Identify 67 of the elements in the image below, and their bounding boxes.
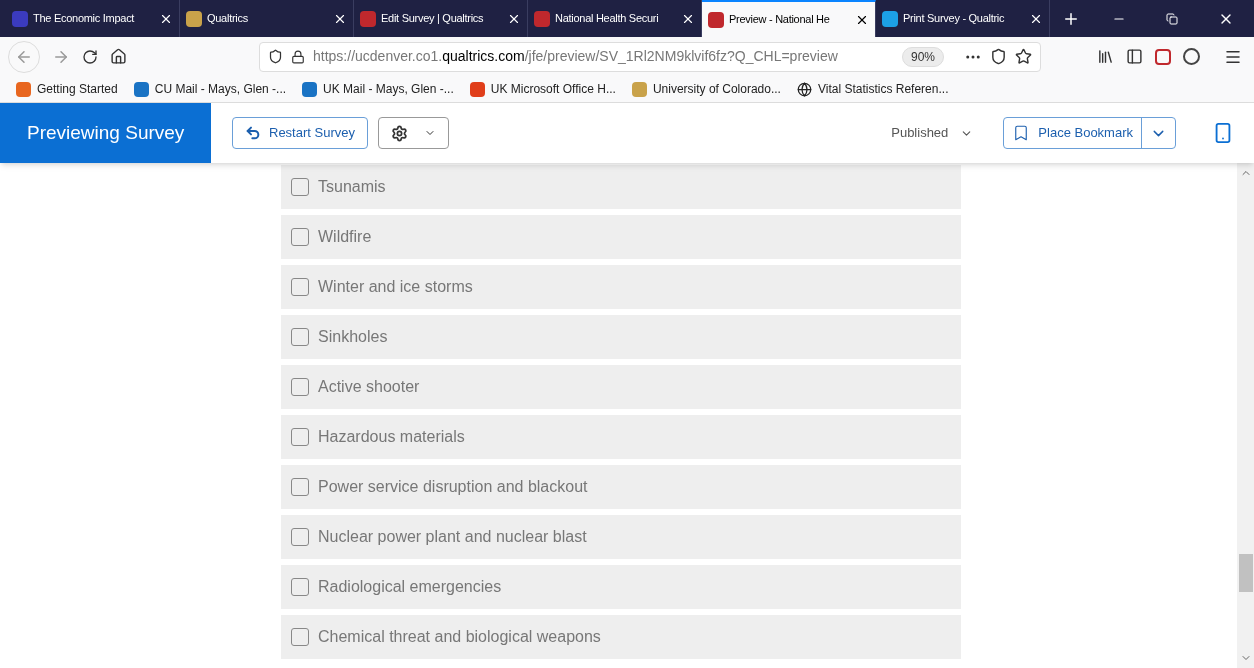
checkbox[interactable] <box>291 328 309 346</box>
choice-option[interactable]: Winter and ice storms <box>281 265 961 309</box>
tab-title: The Economic Impact <box>33 11 136 27</box>
checkbox[interactable] <box>291 228 309 246</box>
site-icon <box>631 81 647 97</box>
bookmark-item[interactable]: UK Mail - Mays, Glen -... <box>302 80 454 98</box>
site-icon <box>12 10 28 27</box>
site-icon <box>360 10 376 27</box>
bookmark-item[interactable]: University of Colorado... <box>631 80 781 98</box>
globe-icon <box>796 81 812 97</box>
checkbox[interactable] <box>291 528 309 546</box>
zoom-level[interactable]: 90% <box>901 46 944 67</box>
tab-title: Print Survey - Qualtric <box>903 11 1006 27</box>
preview-title: Previewing Survey <box>0 103 211 163</box>
address-bar[interactable]: https://ucdenver.co1.qualtrics.com/jfe/preview/SV_1Rl2NM9klvif6fz?Q_CHL=preview 90% <box>259 41 1041 72</box>
site-icon <box>302 81 318 97</box>
sidebar-icon[interactable] <box>1126 48 1143 65</box>
extension-icon[interactable] <box>1155 48 1171 65</box>
tab-title: Qualtrics <box>207 11 249 27</box>
bookmark-item[interactable]: Getting Started <box>16 80 118 98</box>
choice-option[interactable]: Nuclear power plant and nuclear blast <box>281 515 961 559</box>
choice-option[interactable]: Radiological emergencies <box>281 565 961 609</box>
status-dropdown[interactable]: Published <box>891 123 974 143</box>
choice-option[interactable]: Sinkholes <box>281 315 961 359</box>
tab-title: Preview - National He <box>729 12 831 28</box>
scrollbar-thumb[interactable] <box>1238 554 1253 592</box>
reload-icon[interactable] <box>82 48 98 65</box>
place-bookmark-button[interactable]: Place Bookmark <box>1003 117 1176 149</box>
bookmark-item[interactable]: CU Mail - Mays, Glen -... <box>133 80 287 98</box>
account-icon[interactable] <box>1183 48 1200 65</box>
site-icon <box>16 81 31 97</box>
checkbox[interactable] <box>291 378 309 396</box>
scrollbar[interactable] <box>1237 163 1254 668</box>
shield-icon <box>268 49 283 64</box>
choice-option[interactable]: Hazardous materials <box>281 415 961 459</box>
site-icon <box>186 10 202 27</box>
choice-option[interactable]: Tsunamis <box>281 165 961 209</box>
checkbox[interactable] <box>291 428 309 446</box>
checkbox[interactable] <box>291 578 309 596</box>
restart-survey-button[interactable]: Restart Survey <box>232 117 368 149</box>
url-text: https://ucdenver.co1.qualtrics.com/jfe/preview/SV_1Rl2NM9klvif6fz?Q_CHL=preview <box>313 47 838 66</box>
bookmark-item[interactable]: Vital Statistics Referen... <box>796 80 949 98</box>
settings-icon <box>391 124 408 142</box>
site-icon <box>708 11 724 28</box>
settings-button[interactable] <box>378 117 449 149</box>
site-icon <box>882 10 898 27</box>
checkbox[interactable] <box>291 178 309 196</box>
site-icon <box>469 81 485 97</box>
choice-option[interactable]: Wildfire <box>281 215 961 259</box>
tab-title: Edit Survey | Qualtrics <box>381 11 485 27</box>
library-icon[interactable] <box>1097 48 1114 65</box>
tab-title: National Health Securi <box>555 11 660 27</box>
lock-icon <box>291 49 305 64</box>
choice-option[interactable]: Power service disruption and blackout <box>281 465 961 509</box>
checkbox[interactable] <box>291 478 309 496</box>
bookmark-item[interactable]: UK Microsoft Office H... <box>469 80 616 98</box>
site-icon <box>534 10 550 27</box>
checkbox[interactable] <box>291 278 309 296</box>
checkbox[interactable] <box>291 628 309 646</box>
choice-option[interactable]: Active shooter <box>281 365 961 409</box>
choice-option[interactable]: Chemical threat and biological weapons <box>281 615 961 659</box>
home-icon[interactable] <box>110 48 127 65</box>
browser-tab[interactable]: Preview - National He <box>702 0 876 37</box>
site-icon <box>133 81 149 97</box>
star-icon[interactable] <box>1015 48 1032 65</box>
restore-icon[interactable] <box>1166 12 1178 25</box>
undo-arrow-icon <box>245 125 261 141</box>
